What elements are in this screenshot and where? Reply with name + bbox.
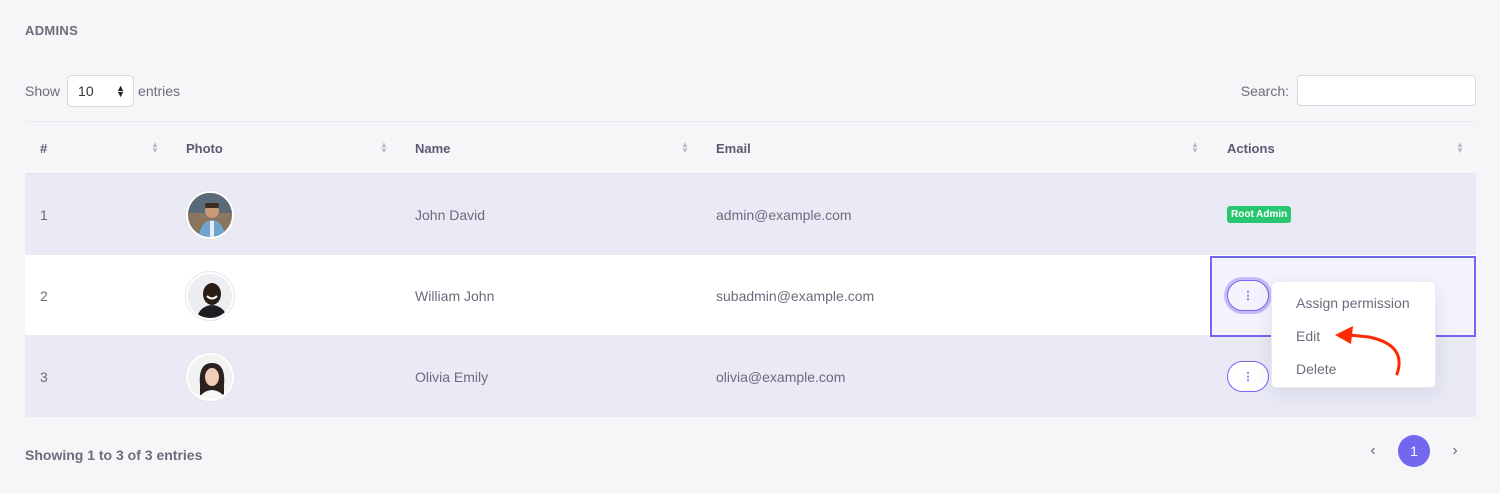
photo-cell — [186, 336, 234, 417]
sort-icon[interactable]: ▲ ▼ — [151, 141, 159, 155]
show-label: Show — [25, 83, 61, 99]
avatar — [186, 190, 234, 239]
column-header-index[interactable]: # — [40, 122, 47, 174]
row-index: 3 — [40, 368, 48, 385]
photo-cell — [186, 255, 234, 336]
search-label: Search: — [1240, 82, 1289, 99]
pagination: ‹ 1 › — [1358, 435, 1470, 467]
more-vertical-icon: ⋮ — [1242, 371, 1254, 383]
page-title: ADMINS — [25, 23, 79, 38]
admin-email: admin@example.com — [716, 206, 852, 223]
row-index: 1 — [40, 206, 48, 223]
entries-length-select[interactable]: 10 ▲ ▼ — [67, 75, 135, 107]
sort-icon[interactable]: ▲ ▼ — [1456, 141, 1464, 155]
column-header-name[interactable]: Name — [415, 122, 450, 174]
avatar-image — [188, 354, 232, 399]
actions-menu-button[interactable]: ⋮ — [1227, 361, 1269, 392]
column-header-actions[interactable]: Actions — [1227, 122, 1275, 174]
avatar-image — [188, 273, 232, 318]
table-row: 1 John David admin@example.com Root Admi… — [25, 174, 1476, 255]
avatar — [186, 271, 234, 320]
next-page-button[interactable]: › — [1440, 442, 1470, 460]
actions-cell: ⋮ — [1227, 336, 1269, 417]
sort-icon[interactable]: ▲ ▼ — [1191, 141, 1199, 155]
select-arrows-icon: ▲ ▼ — [116, 83, 126, 99]
admin-name: John David — [415, 206, 486, 223]
entries-length-value: 10 — [78, 83, 94, 99]
avatar — [186, 352, 234, 401]
admin-email: subadmin@example.com — [716, 287, 875, 304]
avatar-image — [188, 192, 232, 237]
row-index: 2 — [40, 287, 48, 304]
table-row: 3 Olivia Emily olivia@example.com ⋮ — [25, 336, 1476, 417]
entries-label: entries — [138, 83, 181, 99]
table-header: # ▲ ▼ Photo ▲ ▼ Name ▲ ▼ Email ▲ ▼ Actions ▲… — [25, 121, 1476, 174]
search-control: Search: — [1241, 75, 1476, 106]
annotation-arrow-icon — [1335, 326, 1401, 376]
actions-cell: Root Admin — [1227, 174, 1292, 255]
page-button-current[interactable]: 1 — [1398, 435, 1430, 467]
root-admin-badge: Root Admin — [1227, 206, 1292, 223]
admin-email: olivia@example.com — [716, 368, 846, 385]
sort-icon[interactable]: ▲ ▼ — [681, 141, 689, 155]
sort-icon[interactable]: ▲ ▼ — [380, 141, 388, 155]
prev-page-button[interactable]: ‹ — [1358, 442, 1388, 460]
table-info: Showing 1 to 3 of 3 entries — [25, 447, 203, 463]
entries-length-control: Show 10 ▲ ▼ entries — [25, 75, 180, 107]
photo-cell — [186, 174, 234, 255]
admin-name: William John — [415, 287, 495, 304]
search-input[interactable] — [1297, 75, 1476, 106]
admin-name: Olivia Emily — [415, 368, 489, 385]
column-header-email[interactable]: Email — [716, 122, 751, 174]
column-header-photo[interactable]: Photo — [186, 122, 223, 174]
menu-item-assign-permission[interactable]: Assign permission — [1296, 295, 1410, 311]
menu-item-edit[interactable]: Edit — [1296, 328, 1320, 344]
